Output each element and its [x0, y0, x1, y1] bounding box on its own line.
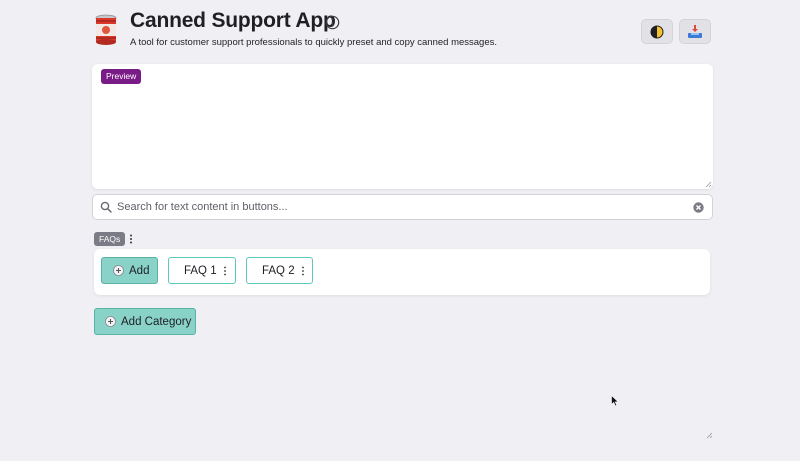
import-export-button[interactable]	[679, 19, 711, 44]
category-menu-icon[interactable]	[128, 233, 134, 245]
preview-textarea[interactable]	[92, 64, 713, 189]
more-options-icon[interactable]	[223, 266, 227, 276]
resize-grip-icon[interactable]	[705, 181, 712, 188]
add-category-label: Add Category	[121, 315, 192, 328]
canned-message-button[interactable]: FAQ 2	[246, 257, 313, 284]
category-label[interactable]: FAQs	[94, 232, 126, 246]
resize-grip-icon[interactable]	[706, 432, 713, 439]
mouse-cursor-icon	[611, 395, 619, 407]
canned-message-button[interactable]: FAQ 1	[168, 257, 236, 284]
theme-toggle-button[interactable]	[641, 19, 673, 44]
plus-circle-icon	[105, 316, 116, 327]
canned-message-label: FAQ 2	[262, 264, 295, 277]
inbox-tray-icon	[688, 24, 702, 38]
info-icon[interactable]	[325, 15, 340, 30]
search-input[interactable]	[117, 200, 677, 214]
canned-message-label: FAQ 1	[184, 264, 217, 277]
contrast-icon	[650, 25, 664, 38]
preview-badge: Preview	[101, 69, 142, 84]
tin-can-icon	[95, 14, 117, 45]
clear-search-icon[interactable]	[693, 202, 704, 213]
search-icon	[100, 201, 112, 213]
add-category-button[interactable]: Add Category	[94, 308, 196, 335]
add-button-label: Add	[129, 264, 150, 277]
plus-circle-icon	[113, 265, 124, 276]
add-button[interactable]: Add	[101, 257, 158, 284]
page-title: Canned Support App	[130, 9, 336, 32]
page-subtitle: A tool for customer support professional…	[130, 37, 498, 48]
more-options-icon[interactable]	[301, 266, 305, 276]
